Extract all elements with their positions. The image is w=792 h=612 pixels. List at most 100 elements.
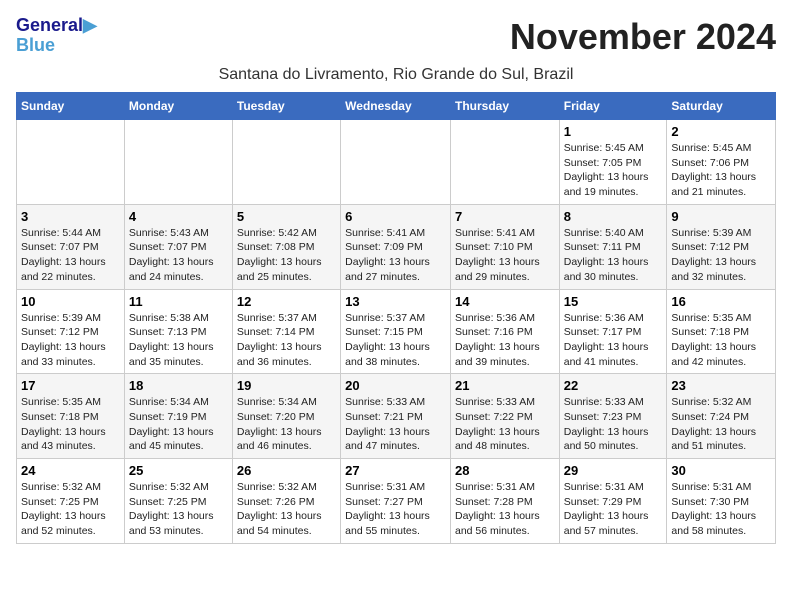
calendar-cell: 9 Sunrise: 5:39 AM Sunset: 7:12 PM Daylig… (667, 204, 776, 289)
calendar-week-4: 17Sunrise: 5:35 AM Sunset: 7:18 PM Dayli… (17, 374, 776, 459)
day-number: 22 (564, 378, 663, 393)
calendar-cell (124, 120, 232, 205)
day-info: Sunrise: 5:32 AM Sunset: 7:25 PM Dayligh… (129, 480, 228, 539)
day-info: Sunrise: 5:32 AM Sunset: 7:25 PM Dayligh… (21, 480, 120, 539)
calendar-cell: 11 Sunrise: 5:38 AM Sunset: 7:13 PM Dayli… (124, 289, 232, 374)
day-info: Sunrise: 5:31 AM Sunset: 7:28 PM Dayligh… (455, 480, 555, 539)
day-number: 14 (455, 294, 555, 309)
day-number: 13 (345, 294, 446, 309)
day-info: Sunrise: 5:45 AM Sunset: 7:06 PM Dayligh… (671, 141, 771, 200)
calendar-cell: 18 Sunrise: 5:34 AM Sunset: 7:19 PM Dayli… (124, 374, 232, 459)
calendar-cell: 27Sunrise: 5:31 AM Sunset: 7:27 PM Dayli… (341, 459, 451, 544)
calendar-cell (450, 120, 559, 205)
calendar-cell: 25 Sunrise: 5:32 AM Sunset: 7:25 PM Dayli… (124, 459, 232, 544)
weekday-header-monday: Monday (124, 93, 232, 120)
day-number: 19 (237, 378, 336, 393)
calendar-cell: 21 Sunrise: 5:33 AM Sunset: 7:22 PM Dayli… (450, 374, 559, 459)
day-info: Sunrise: 5:31 AM Sunset: 7:30 PM Dayligh… (671, 480, 771, 539)
day-number: 3 (21, 209, 120, 224)
day-number: 2 (671, 124, 771, 139)
day-number: 21 (455, 378, 555, 393)
calendar-cell: 14Sunrise: 5:36 AM Sunset: 7:16 PM Dayli… (450, 289, 559, 374)
day-info: Sunrise: 5:33 AM Sunset: 7:23 PM Dayligh… (564, 395, 663, 454)
day-number: 15 (564, 294, 663, 309)
day-number: 11 (129, 294, 228, 309)
day-info: Sunrise: 5:31 AM Sunset: 7:29 PM Dayligh… (564, 480, 663, 539)
calendar-cell: 16 Sunrise: 5:35 AM Sunset: 7:18 PM Dayli… (667, 289, 776, 374)
calendar-cell: 7 Sunrise: 5:41 AM Sunset: 7:10 PM Daylig… (450, 204, 559, 289)
day-info: Sunrise: 5:45 AM Sunset: 7:05 PM Dayligh… (564, 141, 663, 200)
day-info: Sunrise: 5:32 AM Sunset: 7:24 PM Dayligh… (671, 395, 771, 454)
day-info: Sunrise: 5:41 AM Sunset: 7:09 PM Dayligh… (345, 226, 446, 285)
day-number: 30 (671, 463, 771, 478)
weekday-header-tuesday: Tuesday (232, 93, 340, 120)
day-number: 17 (21, 378, 120, 393)
day-info: Sunrise: 5:38 AM Sunset: 7:13 PM Dayligh… (129, 311, 228, 370)
day-number: 18 (129, 378, 228, 393)
day-info: Sunrise: 5:33 AM Sunset: 7:22 PM Dayligh… (455, 395, 555, 454)
day-info: Sunrise: 5:34 AM Sunset: 7:19 PM Dayligh… (129, 395, 228, 454)
day-info: Sunrise: 5:34 AM Sunset: 7:20 PM Dayligh… (237, 395, 336, 454)
calendar-cell: 23 Sunrise: 5:32 AM Sunset: 7:24 PM Dayli… (667, 374, 776, 459)
calendar-cell (17, 120, 125, 205)
calendar-cell: 19 Sunrise: 5:34 AM Sunset: 7:20 PM Dayli… (232, 374, 340, 459)
day-info: Sunrise: 5:43 AM Sunset: 7:07 PM Dayligh… (129, 226, 228, 285)
location-title: Santana do Livramento, Rio Grande do Sul… (16, 66, 776, 84)
calendar-week-1: 1Sunrise: 5:45 AM Sunset: 7:05 PM Daylig… (17, 120, 776, 205)
day-number: 5 (237, 209, 336, 224)
day-info: Sunrise: 5:42 AM Sunset: 7:08 PM Dayligh… (237, 226, 336, 285)
weekday-header-friday: Friday (559, 93, 667, 120)
day-info: Sunrise: 5:44 AM Sunset: 7:07 PM Dayligh… (21, 226, 120, 285)
page-header: General▶Blue November 2024 (16, 16, 776, 60)
day-number: 7 (455, 209, 555, 224)
calendar-cell: 1Sunrise: 5:45 AM Sunset: 7:05 PM Daylig… (559, 120, 667, 205)
day-info: Sunrise: 5:37 AM Sunset: 7:14 PM Dayligh… (237, 311, 336, 370)
day-number: 29 (564, 463, 663, 478)
weekday-header-saturday: Saturday (667, 93, 776, 120)
day-number: 28 (455, 463, 555, 478)
day-number: 25 (129, 463, 228, 478)
day-number: 20 (345, 378, 446, 393)
day-number: 23 (671, 378, 771, 393)
day-info: Sunrise: 5:39 AM Sunset: 7:12 PM Dayligh… (21, 311, 120, 370)
day-number: 26 (237, 463, 336, 478)
calendar-cell: 6 Sunrise: 5:41 AM Sunset: 7:09 PM Daylig… (341, 204, 451, 289)
day-info: Sunrise: 5:35 AM Sunset: 7:18 PM Dayligh… (671, 311, 771, 370)
day-number: 24 (21, 463, 120, 478)
calendar-body: 1Sunrise: 5:45 AM Sunset: 7:05 PM Daylig… (17, 120, 776, 544)
calendar-cell: 29 Sunrise: 5:31 AM Sunset: 7:29 PM Dayli… (559, 459, 667, 544)
calendar-cell: 4Sunrise: 5:43 AM Sunset: 7:07 PM Daylig… (124, 204, 232, 289)
day-number: 16 (671, 294, 771, 309)
logo: General▶Blue (16, 16, 97, 56)
calendar-cell: 10 Sunrise: 5:39 AM Sunset: 7:12 PM Dayli… (17, 289, 125, 374)
day-info: Sunrise: 5:40 AM Sunset: 7:11 PM Dayligh… (564, 226, 663, 285)
calendar-week-2: 3 Sunrise: 5:44 AM Sunset: 7:07 PM Daylig… (17, 204, 776, 289)
calendar-cell (341, 120, 451, 205)
calendar-cell: 3 Sunrise: 5:44 AM Sunset: 7:07 PM Daylig… (17, 204, 125, 289)
weekday-header-wednesday: Wednesday (341, 93, 451, 120)
day-info: Sunrise: 5:32 AM Sunset: 7:26 PM Dayligh… (237, 480, 336, 539)
day-number: 9 (671, 209, 771, 224)
day-info: Sunrise: 5:31 AM Sunset: 7:27 PM Dayligh… (345, 480, 446, 539)
calendar-cell (232, 120, 340, 205)
calendar-cell: 13Sunrise: 5:37 AM Sunset: 7:15 PM Dayli… (341, 289, 451, 374)
logo-accent: ▶ (83, 15, 97, 35)
calendar-cell: 15Sunrise: 5:36 AM Sunset: 7:17 PM Dayli… (559, 289, 667, 374)
day-info: Sunrise: 5:41 AM Sunset: 7:10 PM Dayligh… (455, 226, 555, 285)
day-number: 10 (21, 294, 120, 309)
weekday-header-sunday: Sunday (17, 93, 125, 120)
calendar-cell: 12 Sunrise: 5:37 AM Sunset: 7:14 PM Dayli… (232, 289, 340, 374)
day-info: Sunrise: 5:33 AM Sunset: 7:21 PM Dayligh… (345, 395, 446, 454)
calendar-cell: 30 Sunrise: 5:31 AM Sunset: 7:30 PM Dayli… (667, 459, 776, 544)
day-number: 12 (237, 294, 336, 309)
calendar-cell: 22 Sunrise: 5:33 AM Sunset: 7:23 PM Dayli… (559, 374, 667, 459)
day-number: 6 (345, 209, 446, 224)
weekday-header-thursday: Thursday (450, 93, 559, 120)
day-info: Sunrise: 5:39 AM Sunset: 7:12 PM Dayligh… (671, 226, 771, 285)
calendar-cell: 17Sunrise: 5:35 AM Sunset: 7:18 PM Dayli… (17, 374, 125, 459)
calendar-cell: 20 Sunrise: 5:33 AM Sunset: 7:21 PM Dayli… (341, 374, 451, 459)
calendar-table: SundayMondayTuesdayWednesdayThursdayFrid… (16, 92, 776, 544)
calendar-header-row: SundayMondayTuesdayWednesdayThursdayFrid… (17, 93, 776, 120)
calendar-cell: 24 Sunrise: 5:32 AM Sunset: 7:25 PM Dayli… (17, 459, 125, 544)
calendar-cell: 2 Sunrise: 5:45 AM Sunset: 7:06 PM Daylig… (667, 120, 776, 205)
